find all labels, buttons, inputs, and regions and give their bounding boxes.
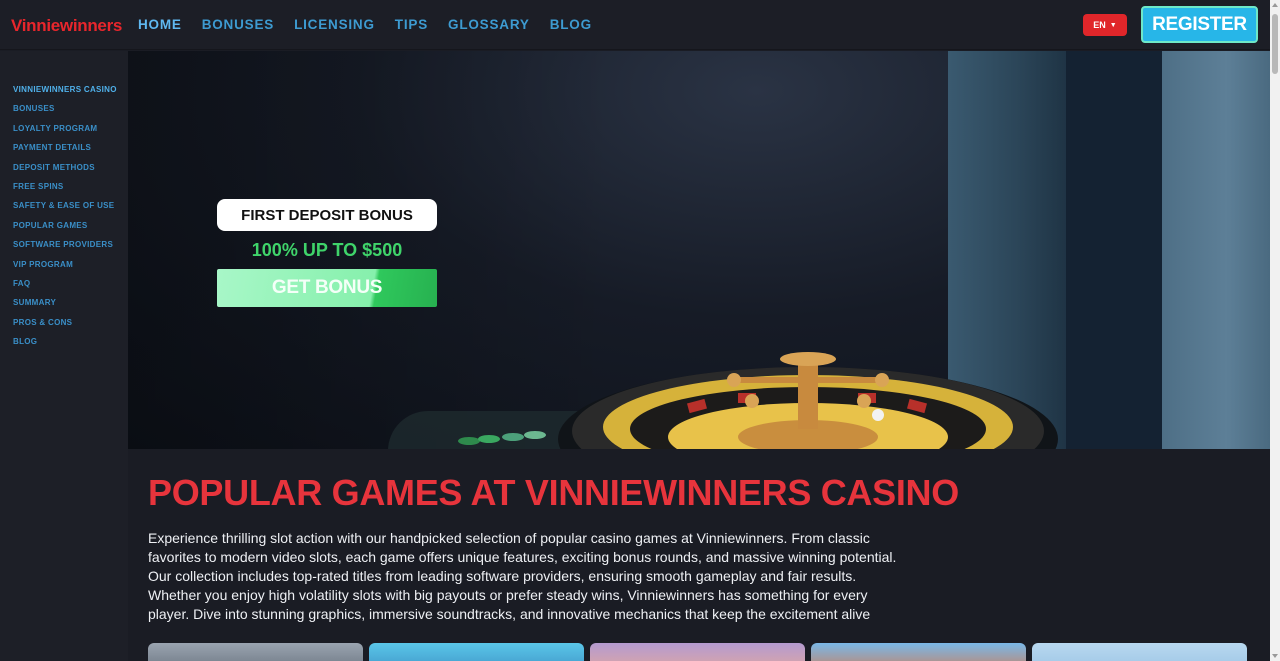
nav-blog[interactable]: BLOG (550, 17, 592, 32)
sidebar-toc: VINNIEWINNERS CASINO BONUSES LOYALTY PRO… (0, 51, 128, 661)
scroll-up-arrow-icon[interactable] (1272, 3, 1278, 7)
sidebar-item-software-providers[interactable]: SOFTWARE PROVIDERS (0, 240, 128, 259)
sidebar-item-popular-games[interactable]: POPULAR GAMES (0, 221, 128, 240)
nav-home[interactable]: HOME (138, 17, 182, 32)
game-card[interactable] (148, 643, 363, 661)
sidebar-item-safety[interactable]: SAFETY & EASE OF USE (0, 201, 128, 220)
site-logo[interactable]: Vinniewinners (11, 16, 122, 36)
game-card[interactable] (811, 643, 1026, 661)
sidebar-item-free-spins[interactable]: FREE SPINS (0, 182, 128, 201)
game-card[interactable] (369, 643, 584, 661)
sidebar-item-bonuses[interactable]: BONUSES (0, 104, 128, 123)
bonus-amount: 100% UP TO $500 (251, 240, 403, 260)
intro-paragraph: Experience thrilling slot action with ou… (148, 530, 897, 622)
sidebar-item-deposit-methods[interactable]: DEPOSIT METHODS (0, 163, 128, 182)
nav-bonuses[interactable]: BONUSES (202, 17, 274, 32)
roulette-wheel-image (558, 352, 1058, 449)
hero-pillar (1162, 51, 1270, 449)
nav-tips[interactable]: TIPS (395, 17, 428, 32)
sidebar-item-loyalty-program[interactable]: LOYALTY PROGRAM (0, 124, 128, 143)
casino-chips-image (458, 423, 548, 449)
hero-banner: FIRST DEPOSIT BONUS 100% UP TO $500 GET … (128, 51, 1270, 449)
main-nav: HOME BONUSES LICENSING TIPS GLOSSARY BLO… (138, 17, 612, 32)
nav-licensing[interactable]: LICENSING (294, 17, 375, 32)
bonus-promo: FIRST DEPOSIT BONUS 100% UP TO $500 GET … (217, 199, 437, 307)
game-card[interactable] (1032, 643, 1247, 661)
sidebar-item-summary[interactable]: SUMMARY (0, 298, 128, 317)
page-scrollbar[interactable] (1270, 0, 1280, 661)
scroll-down-arrow-icon[interactable] (1272, 654, 1278, 658)
register-button[interactable]: REGISTER (1141, 6, 1258, 43)
site-header: Vinniewinners HOME BONUSES LICENSING TIP… (0, 0, 1270, 50)
nav-glossary[interactable]: GLOSSARY (448, 17, 530, 32)
language-selector[interactable]: EN ▼ (1083, 14, 1127, 36)
sidebar-item-faq[interactable]: FAQ (0, 279, 128, 298)
page-title: POPULAR GAMES AT VINNIEWINNERS CASINO (148, 472, 959, 513)
sidebar-item-vinniewinners-casino[interactable]: VINNIEWINNERS CASINO (0, 85, 128, 104)
game-cards-row (148, 643, 1247, 661)
game-card[interactable] (590, 643, 805, 661)
sidebar-item-vip-program[interactable]: VIP PROGRAM (0, 260, 128, 279)
sidebar-item-blog[interactable]: BLOG (0, 337, 128, 356)
sidebar-item-pros-cons[interactable]: PROS & CONS (0, 318, 128, 337)
scrollbar-thumb[interactable] (1272, 14, 1278, 74)
caret-down-icon: ▼ (1109, 21, 1117, 29)
get-bonus-button[interactable]: GET BONUS (217, 269, 437, 307)
sidebar-item-payment-details[interactable]: PAYMENT DETAILS (0, 143, 128, 162)
first-deposit-badge: FIRST DEPOSIT BONUS (217, 199, 437, 231)
language-label: EN (1093, 20, 1106, 30)
hero-pillar (1066, 51, 1162, 449)
